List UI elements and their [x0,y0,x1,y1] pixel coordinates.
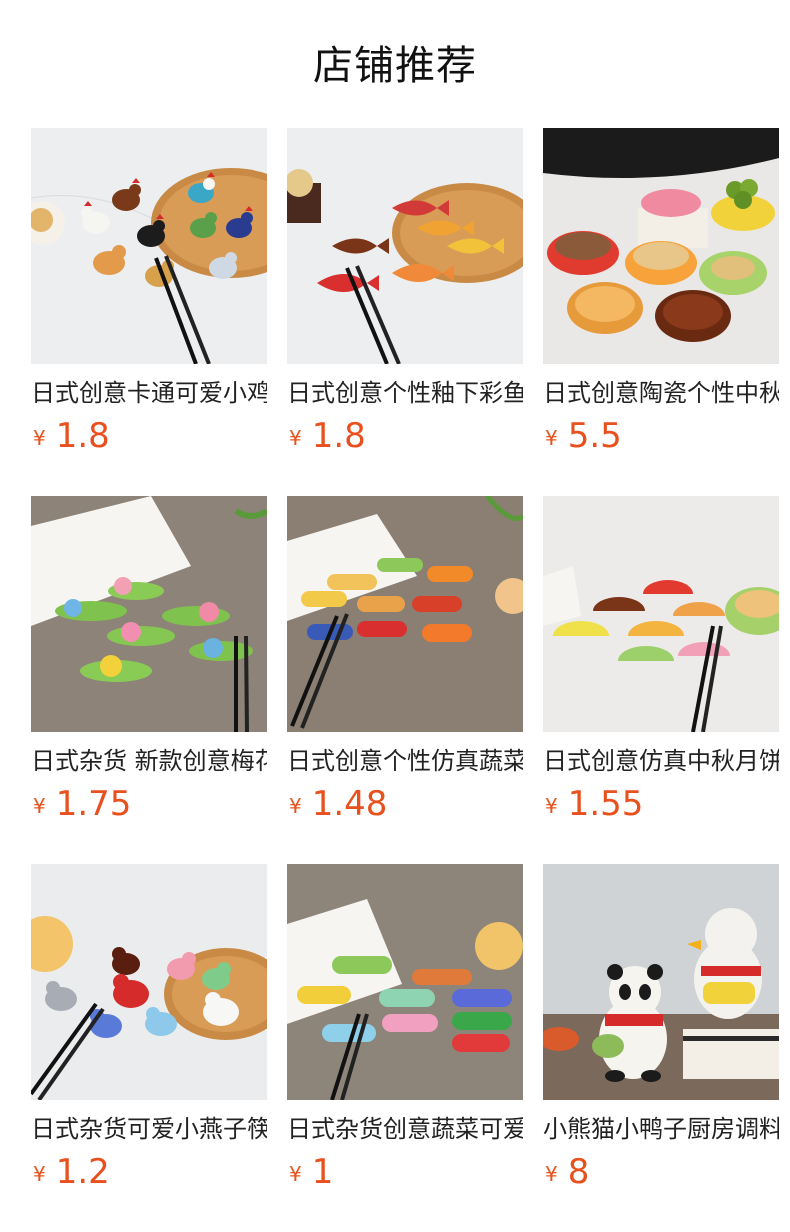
product-card[interactable]: 日式创意个性仿真蔬菜筷托 ¥1.48 [287,496,523,824]
product-card[interactable]: 小熊猫小鸭子厨房调料瓶 ¥8 [543,864,779,1192]
price-row: ¥1.8 [287,416,523,456]
product-grid: 日式创意卡通可爱小鸡筷托 ¥1.8 [0,0,790,1232]
price-row: ¥1.48 [287,784,523,824]
product-image[interactable] [287,128,523,364]
product-card[interactable]: 日式创意个性釉下彩鱼筷托 ¥1.8 [287,128,523,456]
product-price: 1.8 [311,416,366,456]
product-price: 8 [567,1152,590,1192]
product-price: 1 [311,1152,334,1192]
product-image[interactable] [287,864,523,1100]
product-name[interactable]: 日式创意个性釉下彩鱼筷托 [287,376,523,410]
product-image[interactable] [543,128,779,364]
product-name[interactable]: 日式创意陶瓷个性中秋月饼碟 [543,376,779,410]
product-card[interactable]: 日式创意陶瓷个性中秋月饼碟 ¥5.5 [543,128,779,456]
price-row: ¥1.75 [31,784,267,824]
price-row: ¥8 [543,1152,779,1192]
currency-symbol: ¥ [33,1162,46,1186]
price-row: ¥1 [287,1152,523,1192]
product-price: 1.75 [55,784,132,824]
currency-symbol: ¥ [289,794,302,818]
product-card[interactable]: 日式创意卡通可爱小鸡筷托 ¥1.8 [31,128,267,456]
product-image[interactable] [287,496,523,732]
product-price: 1.55 [567,784,644,824]
currency-symbol: ¥ [545,1162,558,1186]
product-image[interactable] [543,496,779,732]
price-row: ¥1.8 [31,416,267,456]
currency-symbol: ¥ [33,794,46,818]
currency-symbol: ¥ [545,426,558,450]
product-card[interactable]: 日式杂货可爱小燕子筷托 ¥1.2 [31,864,267,1192]
product-card[interactable]: 日式杂货 新款创意梅花筷托 ¥1.75 [31,496,267,824]
price-row: ¥5.5 [543,416,779,456]
price-row: ¥1.55 [543,784,779,824]
product-name[interactable]: 日式创意卡通可爱小鸡筷托 [31,376,267,410]
product-card[interactable]: 日式创意仿真中秋月饼筷托 ¥1.55 [543,496,779,824]
product-price: 5.5 [567,416,622,456]
product-name[interactable]: 日式创意个性仿真蔬菜筷托 [287,744,523,778]
product-name[interactable]: 日式杂货 新款创意梅花筷托 [31,744,267,778]
product-image[interactable] [31,496,267,732]
product-name[interactable]: 日式杂货创意蔬菜可爱筷托 [287,1112,523,1146]
product-price: 1.2 [55,1152,110,1192]
product-price: 1.48 [311,784,388,824]
product-name[interactable]: 日式杂货可爱小燕子筷托 [31,1112,267,1146]
currency-symbol: ¥ [289,1162,302,1186]
product-name[interactable]: 日式创意仿真中秋月饼筷托 [543,744,779,778]
currency-symbol: ¥ [33,426,46,450]
product-card[interactable]: 日式杂货创意蔬菜可爱筷托 ¥1 [287,864,523,1192]
product-image[interactable] [31,128,267,364]
product-name[interactable]: 小熊猫小鸭子厨房调料瓶 [543,1112,779,1146]
product-price: 1.8 [55,416,110,456]
currency-symbol: ¥ [289,426,302,450]
price-row: ¥1.2 [31,1152,267,1192]
product-image[interactable] [543,864,779,1100]
product-image[interactable] [31,864,267,1100]
currency-symbol: ¥ [545,794,558,818]
